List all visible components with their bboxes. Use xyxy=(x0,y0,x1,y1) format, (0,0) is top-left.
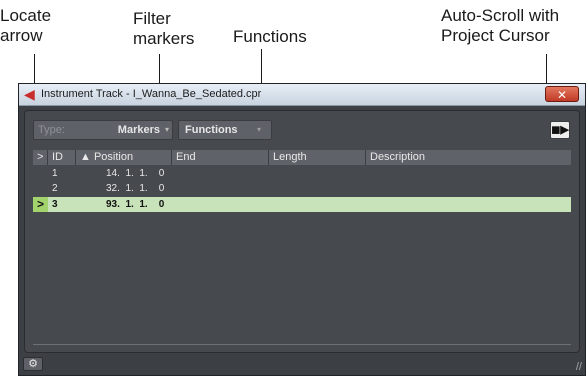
auto-scroll-icon: ◼▶ xyxy=(551,124,569,136)
instrument-track-window: ◀ Instrument Track - I_Wanna_Be_Sedated.… xyxy=(18,83,586,376)
description-cell[interactable] xyxy=(370,181,520,196)
table-row-selected[interactable]: > 3 93. 1. 1. 0 xyxy=(33,197,571,212)
callout-locate-arrow: Locate arrow xyxy=(0,6,52,45)
table-bottom-divider xyxy=(33,344,571,345)
locate-cell[interactable] xyxy=(33,166,48,181)
description-cell[interactable] xyxy=(370,166,520,181)
end-cell[interactable] xyxy=(176,197,269,212)
col-locate-header[interactable]: > xyxy=(33,150,48,165)
position-cell[interactable]: 32. 1. 1. 0 xyxy=(106,181,172,196)
gear-icon: ⚙ xyxy=(28,358,38,370)
close-button[interactable]: ✕ xyxy=(545,86,579,102)
id-cell: 1 xyxy=(52,168,58,179)
callout-filter-markers: Filter markers xyxy=(133,9,195,48)
cubase-logo-icon: ◀ xyxy=(24,86,35,102)
table-row[interactable]: 2 32. 1. 1. 0 xyxy=(33,181,571,196)
locate-cell[interactable] xyxy=(33,181,48,196)
table-header: > ID ▲ Position End Length Description xyxy=(33,150,571,165)
marker-panel: Type: Markers ▾ Functions ▾ ◼▶ > ID ▲ Po… xyxy=(24,110,580,353)
marker-table: > ID ▲ Position End Length Description 1… xyxy=(33,150,571,340)
chevron-down-icon: ▾ xyxy=(256,125,261,134)
functions-label: Functions xyxy=(185,124,238,136)
settings-button[interactable]: ⚙ xyxy=(23,357,43,371)
locate-arrow-icon[interactable]: > xyxy=(33,197,48,212)
resize-grip-icon[interactable]: // xyxy=(576,361,582,373)
col-end-header[interactable]: End xyxy=(172,150,269,165)
position-cell[interactable]: 93. 1. 1. 0 xyxy=(106,197,172,212)
chevron-down-icon: ▾ xyxy=(164,125,169,134)
col-description-header[interactable]: Description xyxy=(366,150,571,165)
col-length-header[interactable]: Length xyxy=(269,150,366,165)
position-cell[interactable]: 14. 1. 1. 0 xyxy=(106,166,172,181)
col-id-header[interactable]: ID xyxy=(48,150,76,165)
end-cell[interactable] xyxy=(176,181,269,196)
id-cell: 2 xyxy=(52,183,58,194)
id-cell: 3 xyxy=(52,199,58,210)
window-title: Instrument Track - I_Wanna_Be_Sedated.cp… xyxy=(41,88,262,100)
length-cell[interactable] xyxy=(273,166,366,181)
description-cell[interactable] xyxy=(370,197,520,212)
type-value: Markers xyxy=(117,124,160,136)
type-label: Type: xyxy=(38,124,65,136)
callout-functions: Functions xyxy=(233,27,307,46)
type-filter-dropdown[interactable]: Type: Markers ▾ xyxy=(33,120,173,140)
auto-scroll-button[interactable]: ◼▶ xyxy=(550,121,570,139)
length-cell[interactable] xyxy=(273,181,366,196)
functions-dropdown[interactable]: Functions ▾ xyxy=(178,120,272,140)
callout-auto-scroll: Auto-Scroll with Project Cursor xyxy=(441,6,560,45)
length-cell[interactable] xyxy=(273,197,366,212)
end-cell[interactable] xyxy=(176,166,269,181)
title-bar[interactable]: ◀ Instrument Track - I_Wanna_Be_Sedated.… xyxy=(19,84,585,106)
col-position-header[interactable]: ▲ Position xyxy=(76,150,172,165)
table-row[interactable]: 1 14. 1. 1. 0 xyxy=(33,166,571,181)
bottom-bar: ⚙ // xyxy=(19,354,585,375)
